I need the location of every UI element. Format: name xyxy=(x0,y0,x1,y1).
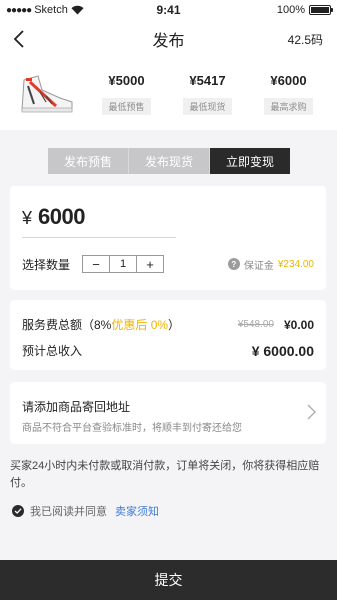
product-summary: ¥5000 最低预售 ¥5417 最低现货 ¥6000 最高求购 xyxy=(0,58,337,130)
quantity-row: 选择数量 − 1 + ? 保证金 ¥234.00 xyxy=(22,254,314,274)
price-label: 最低现货 xyxy=(183,98,232,115)
quantity-label: 选择数量 xyxy=(22,257,71,272)
service-fee-value: ¥0.00 xyxy=(283,317,314,332)
status-time: 9:41 xyxy=(156,3,181,17)
increment-button[interactable]: + xyxy=(137,256,163,272)
tab-spot[interactable]: 发布现货 xyxy=(129,148,210,174)
submit-button[interactable]: 提交 xyxy=(0,560,337,600)
agreement-text: 我已阅读并同意 xyxy=(30,506,107,518)
income-row: 预计总收入 ¥ 6000.00 xyxy=(22,342,314,359)
currency-symbol: ¥ xyxy=(22,208,33,228)
price-max-bid: ¥6000 最高求购 xyxy=(264,73,313,115)
price-amount: 6000 xyxy=(38,204,85,229)
battery-icon xyxy=(309,5,333,15)
price-value: ¥6000 xyxy=(270,73,307,88)
price-min-presale: ¥5000 最低预售 xyxy=(102,73,151,115)
service-fee-label: 服务费总额（8% xyxy=(22,318,112,332)
deposit-amount: ¥234.00 xyxy=(277,258,314,270)
fee-card: 服务费总额（8% 优惠后 0% ） ¥548.00 ¥0.00 预计总收入 ¥ … xyxy=(10,300,326,370)
help-icon[interactable]: ? xyxy=(227,258,240,270)
price-min-spot: ¥5417 最低现货 xyxy=(183,73,232,115)
address-subtitle: 商品不符合平台查验标准时，将顺丰到付寄还给您 xyxy=(22,423,242,434)
page-title: 发布 xyxy=(152,33,185,50)
price-input[interactable]: ¥ 6000 xyxy=(22,204,176,238)
price-label: 最高求购 xyxy=(264,98,313,115)
deposit-label: 保证金 xyxy=(243,260,274,272)
tab-instant-cash[interactable]: 立即变现 xyxy=(210,148,290,174)
seller-terms-link[interactable]: 卖家须知 xyxy=(115,503,159,519)
product-image xyxy=(14,64,78,124)
checkbox-checked-icon[interactable] xyxy=(12,505,24,517)
deposit-info: ? 保证金 ¥234.00 xyxy=(227,257,314,272)
chevron-right-icon xyxy=(307,404,316,425)
quantity-value[interactable]: 1 xyxy=(109,256,138,272)
decrement-button[interactable]: − xyxy=(83,256,109,272)
nav-bar: 发布 42.5码 xyxy=(0,20,337,58)
status-bar: ●●●●● Sketch 9:41 100% xyxy=(0,0,337,20)
income-value: ¥ 6000.00 xyxy=(251,342,314,359)
service-fee-close: ） xyxy=(168,318,181,332)
price-card: ¥ 6000 选择数量 − 1 + ? 保证金 ¥234.00 xyxy=(10,186,326,290)
agreement-row: 我已阅读并同意 卖家须知 xyxy=(12,503,159,519)
discount-label: 优惠后 0% xyxy=(111,318,169,332)
battery-percent: 100% xyxy=(276,4,305,16)
shoe-size-label: 42.5码 xyxy=(287,32,323,47)
service-fee-row: 服务费总额（8% 优惠后 0% ） ¥548.00 ¥0.00 xyxy=(22,316,314,333)
return-address-card[interactable]: 请添加商品寄回地址 商品不符合平台查验标准时，将顺丰到付寄还给您 xyxy=(10,382,326,444)
carrier-label: Sketch xyxy=(34,4,68,16)
price-value: ¥5000 xyxy=(108,73,145,88)
address-title: 请添加商品寄回地址 xyxy=(22,400,131,414)
price-value: ¥5417 xyxy=(189,73,226,88)
quantity-stepper: − 1 + xyxy=(82,255,165,273)
publish-mode-tabs: 发布预售 发布现货 立即变现 xyxy=(48,148,290,174)
tab-presale[interactable]: 发布预售 xyxy=(48,148,129,174)
wifi-icon xyxy=(71,5,84,15)
original-fee: ¥548.00 xyxy=(237,319,274,330)
signal-icon: ●●●●● xyxy=(6,4,32,16)
back-arrow-icon[interactable] xyxy=(0,20,38,58)
income-label: 预计总收入 xyxy=(22,344,83,358)
price-label: 最低预售 xyxy=(102,98,151,115)
order-notice: 买家24小时内未付款或取消付款，订单将关闭，你将获得相应赔付。 xyxy=(10,460,320,489)
